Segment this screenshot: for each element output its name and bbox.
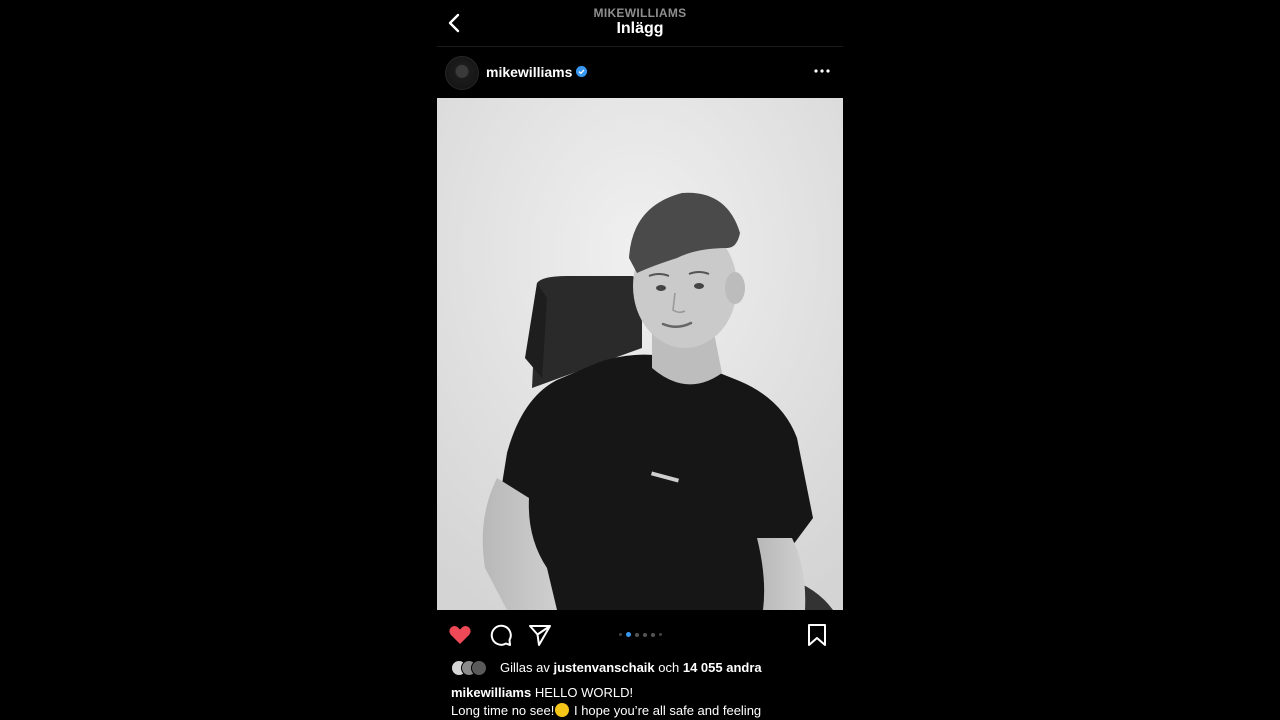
verified-icon bbox=[576, 66, 587, 77]
carousel-dot bbox=[635, 632, 639, 637]
carousel-dot bbox=[659, 633, 662, 636]
profile-subtitle: MIKEWILLIAMS bbox=[593, 6, 687, 20]
carousel-dot bbox=[651, 632, 655, 637]
likes-row: Gillas av justenvanschaik och 14 055 and… bbox=[451, 660, 831, 678]
avatar[interactable] bbox=[445, 56, 479, 90]
carousel-dot-active bbox=[626, 632, 631, 637]
post-username[interactable]: mikewilliams bbox=[486, 64, 572, 80]
likes-connector: och bbox=[658, 660, 680, 675]
action-bar bbox=[437, 614, 843, 654]
share-icon[interactable] bbox=[527, 622, 553, 648]
caption-line-1: mikewilliams HELLO WORLD! bbox=[451, 684, 831, 702]
page-title: Inlägg bbox=[616, 20, 664, 37]
liker-avatars bbox=[451, 660, 497, 676]
more-icon[interactable] bbox=[811, 60, 833, 82]
caption-username[interactable]: mikewilliams bbox=[451, 685, 531, 700]
smiley-emoji bbox=[555, 703, 570, 717]
carousel-dot bbox=[643, 632, 647, 637]
comment-icon[interactable] bbox=[488, 622, 514, 648]
caption-text-2b: I hope you’re all safe and feeling bbox=[570, 703, 762, 718]
caption-line-2: Long time no see! I hope you’re all safe… bbox=[451, 702, 831, 720]
caption-text-1: HELLO WORLD! bbox=[534, 685, 634, 700]
caption-text-2a: Long time no see! bbox=[451, 703, 555, 718]
post-photo bbox=[437, 98, 843, 610]
post-screen: MIKEWILLIAMS Inlägg mikewilliams Gillas … bbox=[437, 0, 843, 720]
top-bar: MIKEWILLIAMS Inlägg bbox=[437, 0, 843, 47]
post-media[interactable] bbox=[437, 98, 843, 610]
likes-text[interactable]: Gillas av justenvanschaik och 14 055 and… bbox=[500, 660, 762, 675]
post-header: mikewilliams bbox=[437, 50, 843, 96]
likes-prefix: Gillas av bbox=[500, 660, 550, 675]
liker-avatar bbox=[471, 660, 487, 676]
likes-count[interactable]: 14 055 andra bbox=[683, 660, 762, 675]
heart-icon[interactable] bbox=[447, 622, 473, 648]
carousel-dot bbox=[619, 633, 622, 636]
caption: mikewilliams HELLO WORLD! Long time no s… bbox=[451, 684, 831, 720]
bookmark-icon[interactable] bbox=[804, 622, 830, 648]
carousel-dots bbox=[619, 632, 662, 637]
likes-user[interactable]: justenvanschaik bbox=[553, 660, 654, 675]
